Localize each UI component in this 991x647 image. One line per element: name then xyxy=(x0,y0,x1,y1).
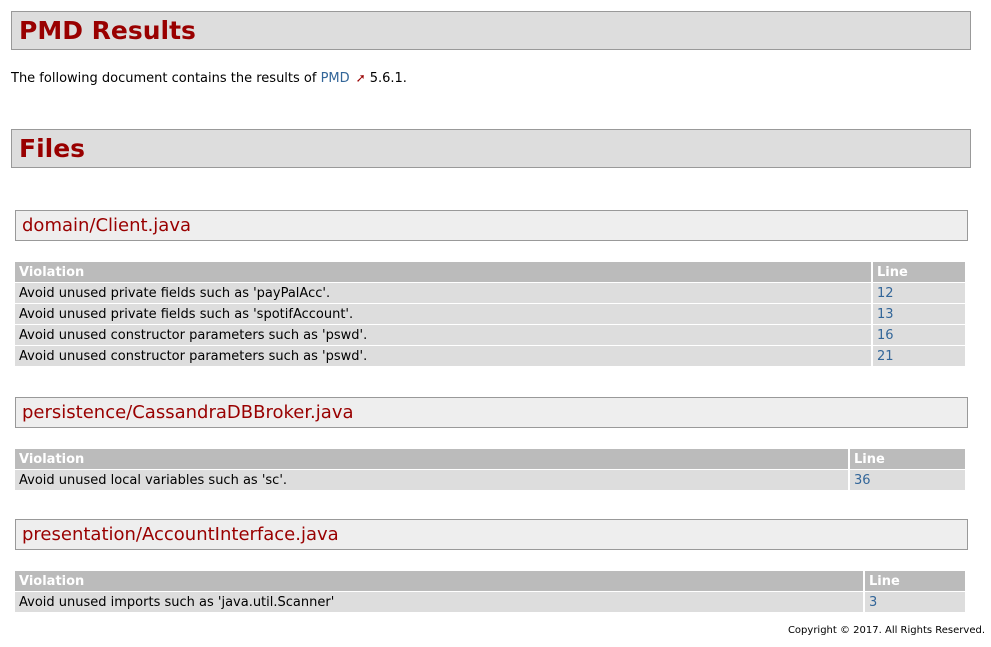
copyright-footer: Copyright © 2017. All Rights Reserved. xyxy=(787,625,985,636)
file-heading: presentation/AccountInterface.java xyxy=(15,519,968,550)
line-link[interactable]: 3 xyxy=(869,595,877,610)
violation-column-header: Violation xyxy=(15,262,871,282)
violation-text: Avoid unused private fields such as 'spo… xyxy=(15,304,871,324)
intro-paragraph: The following document contains the resu… xyxy=(11,71,407,86)
violation-column-header: Violation xyxy=(15,449,848,469)
violation-text: Avoid unused private fields such as 'pay… xyxy=(15,283,871,303)
line-link[interactable]: 21 xyxy=(877,349,894,364)
line-link[interactable]: 13 xyxy=(877,307,894,322)
file-name: persistence/CassandraDBBroker.java xyxy=(22,402,354,423)
line-column-header: Line xyxy=(848,449,965,469)
violation-column-header: Violation xyxy=(15,571,863,591)
page-title-bar: PMD Results xyxy=(11,11,971,50)
line-link[interactable]: 12 xyxy=(877,286,894,301)
line-column-header: Line xyxy=(863,571,965,591)
line-link[interactable]: 36 xyxy=(854,473,871,488)
table-row: Avoid unused imports such as 'java.util.… xyxy=(15,592,965,612)
external-link-icon: ➚ xyxy=(355,71,366,85)
table-row: Avoid unused local variables such as 'sc… xyxy=(15,470,965,490)
intro-text: The following document contains the resu… xyxy=(11,71,321,86)
pmd-link[interactable]: PMD xyxy=(321,71,350,86)
line-link[interactable]: 16 xyxy=(877,328,894,343)
file-name: presentation/AccountInterface.java xyxy=(22,524,339,545)
file-name: domain/Client.java xyxy=(22,215,192,236)
pmd-version: 5.6.1. xyxy=(369,71,407,86)
violation-text: Avoid unused local variables such as 'sc… xyxy=(15,470,848,490)
violation-text: Avoid unused constructor parameters such… xyxy=(15,325,871,345)
violation-text: Avoid unused constructor parameters such… xyxy=(15,346,871,366)
table-header-row: Violation Line xyxy=(15,262,965,282)
line-column-header: Line xyxy=(871,262,965,282)
page-title: PMD Results xyxy=(19,16,196,45)
file-heading: domain/Client.java xyxy=(15,210,968,241)
files-section-title: Files xyxy=(19,134,86,163)
files-section-bar: Files xyxy=(11,129,971,168)
table-header-row: Violation Line xyxy=(15,571,965,591)
violations-table: Violation Line Avoid unused imports such… xyxy=(15,570,965,613)
table-row: Avoid unused constructor parameters such… xyxy=(15,346,965,366)
violations-table: Violation Line Avoid unused local variab… xyxy=(15,448,965,491)
table-row: Avoid unused constructor parameters such… xyxy=(15,325,965,345)
table-header-row: Violation Line xyxy=(15,449,965,469)
table-row: Avoid unused private fields such as 'spo… xyxy=(15,304,965,324)
violations-table: Violation Line Avoid unused private fiel… xyxy=(15,261,965,367)
violation-text: Avoid unused imports such as 'java.util.… xyxy=(15,592,863,612)
table-row: Avoid unused private fields such as 'pay… xyxy=(15,283,965,303)
file-heading: persistence/CassandraDBBroker.java xyxy=(15,397,968,428)
